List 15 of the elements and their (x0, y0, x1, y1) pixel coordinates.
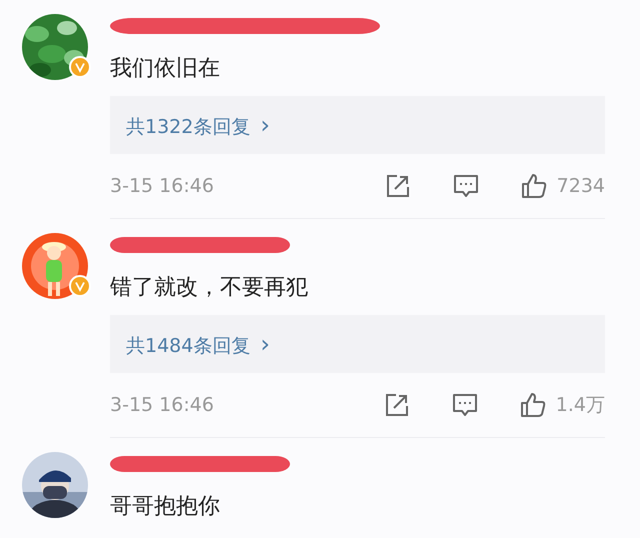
comment-icon[interactable] (452, 173, 479, 199)
like-count: 7234 (556, 175, 605, 197)
comment-text: 错了就改，不要再犯 (110, 274, 309, 302)
comment-time: 3-15 16:46 (110, 394, 214, 416)
share-icon[interactable] (384, 392, 410, 418)
share-icon[interactable] (384, 173, 411, 199)
thumbs-up-icon[interactable] (520, 392, 546, 418)
comment-text: 哥哥抱抱你 (110, 493, 221, 521)
replies-link[interactable]: 共1322条回复 › (110, 96, 605, 154)
replies-link[interactable]: 共1484条回复 › (110, 315, 605, 373)
thumbs-up-icon[interactable] (520, 173, 547, 199)
comment-text: 我们依旧在 (110, 55, 221, 83)
comment-time: 3-15 16:46 (110, 175, 214, 197)
like-count: 1.4万 (556, 393, 605, 418)
comment-icon[interactable] (452, 392, 478, 418)
